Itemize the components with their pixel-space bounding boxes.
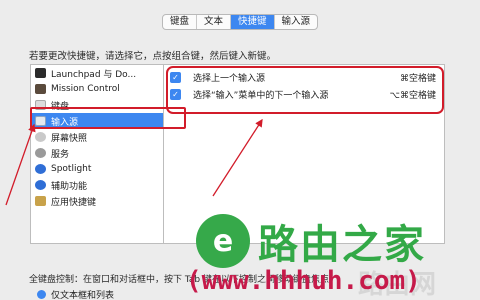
mission-control-icon [35, 84, 46, 94]
category-label: Mission Control [51, 84, 120, 94]
category-label: Launchpad 与 Do... [51, 69, 137, 80]
watermark-ghost-text: 路由网 [358, 270, 437, 300]
radio-text-boxes-lists[interactable]: 仅文本框和列表 [37, 288, 114, 300]
instruction-text: 若要更改快捷键，请选择它，点按组合键，然后键入新键。 [29, 51, 277, 62]
input-source-icon [35, 116, 46, 126]
category-keyboard[interactable]: 键盘 [31, 97, 163, 113]
category-mission-control[interactable]: Mission Control [31, 81, 163, 97]
preferences-tabbar: 键盘 文本 快捷键 输入源 [162, 14, 319, 30]
category-services[interactable]: 服务 [31, 145, 163, 161]
tab-input-sources[interactable]: 输入源 [275, 15, 318, 29]
shortcut-checkbox[interactable]: ✓ [170, 89, 181, 100]
category-label: 键盘 [51, 101, 70, 112]
tab-text[interactable]: 文本 [197, 15, 232, 29]
shortcut-checkbox[interactable]: ✓ [170, 72, 181, 83]
radio-label: 仅文本框和列表 [51, 291, 115, 300]
category-app-shortcuts[interactable]: 应用快捷键 [31, 193, 163, 209]
accessibility-icon [35, 180, 46, 190]
shortcut-row[interactable]: ✓ 选择“输入”菜单中的下一个输入源 ⌥⌘空格键 [164, 86, 444, 103]
category-label: Spotlight [51, 164, 92, 174]
category-spotlight[interactable]: Spotlight [31, 161, 163, 177]
shortcut-label: 选择“输入”菜单中的下一个输入源 [193, 91, 329, 101]
shortcut-keys[interactable]: ⌥⌘空格键 [364, 88, 444, 101]
category-input-sources[interactable]: 输入源 [31, 113, 163, 129]
launchpad-icon [35, 68, 46, 78]
category-label: 应用快捷键 [51, 197, 97, 208]
radio-dot-icon[interactable] [37, 290, 46, 299]
full-keyboard-access-text: 全键盘控制：在窗口和对话框中，按下 Tab 键在以下控制之间移动键盘焦点： [29, 275, 338, 285]
app-shortcuts-icon [35, 196, 46, 206]
keyboard-icon [35, 100, 46, 110]
screenshot-icon [35, 132, 46, 142]
category-screenshots[interactable]: 屏幕快照 [31, 129, 163, 145]
shortcut-category-list: Launchpad 与 Do... Mission Control 键盘 输入源… [30, 64, 164, 244]
shortcut-list: ✓ 选择上一个输入源 ⌘空格键 ✓ 选择“输入”菜单中的下一个输入源 ⌥⌘空格键 [163, 64, 445, 244]
spotlight-icon [35, 164, 46, 174]
category-label: 服务 [51, 149, 70, 160]
shortcut-row[interactable]: ✓ 选择上一个输入源 ⌘空格键 [164, 69, 444, 86]
category-label: 输入源 [51, 117, 79, 128]
tab-shortcuts[interactable]: 快捷键 [231, 15, 275, 29]
category-launchpad[interactable]: Launchpad 与 Do... [31, 65, 163, 81]
category-label: 辅助功能 [51, 181, 88, 192]
shortcut-label: 选择上一个输入源 [193, 74, 266, 84]
shortcut-keys[interactable]: ⌘空格键 [364, 71, 444, 84]
tab-keyboard[interactable]: 键盘 [163, 15, 198, 29]
category-accessibility[interactable]: 辅助功能 [31, 177, 163, 193]
category-label: 屏幕快照 [51, 133, 88, 144]
services-gear-icon [35, 148, 46, 158]
